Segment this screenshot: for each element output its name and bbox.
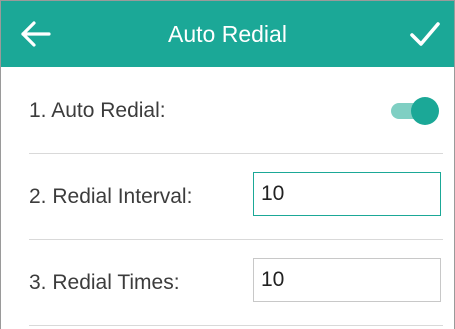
redial-interval-input[interactable] — [253, 172, 441, 216]
settings-screen: Auto Redial 1. Auto Redial: 2. Redial In… — [0, 0, 455, 329]
arrow-left-icon — [21, 21, 51, 47]
redial-times-input[interactable] — [253, 258, 441, 302]
redial-times-label: 3. Redial Times: — [29, 271, 180, 294]
redial-interval-label: 2. Redial Interval: — [29, 185, 193, 208]
checkmark-icon — [410, 22, 440, 46]
back-button[interactable] — [19, 19, 55, 49]
auto-redial-label: 1. Auto Redial: — [29, 99, 166, 122]
auto-redial-row: 1. Auto Redial: — [29, 68, 443, 154]
title-bar: Auto Redial — [1, 1, 454, 67]
confirm-button[interactable] — [408, 19, 442, 49]
redial-times-row: 3. Redial Times: — [29, 240, 443, 326]
toggle-knob — [411, 97, 439, 125]
redial-interval-row: 2. Redial Interval: — [29, 154, 443, 240]
page-title: Auto Redial — [168, 21, 287, 47]
auto-redial-toggle[interactable] — [391, 97, 439, 125]
